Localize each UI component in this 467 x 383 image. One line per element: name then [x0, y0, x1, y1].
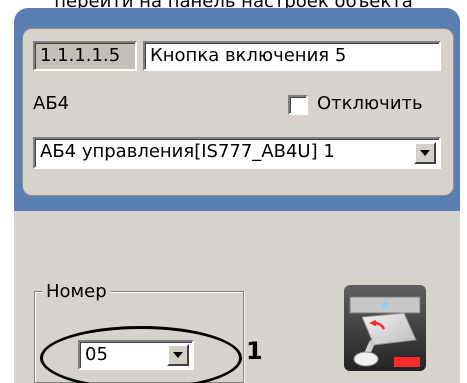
number-group-label: Номер	[42, 281, 111, 302]
number-select-button[interactable]	[167, 344, 189, 366]
object-settings-panel: 1.1.1.1.5 Кнопка включения 5 АБ4 Отключи…	[22, 28, 454, 196]
number-select-value: 05	[85, 344, 108, 365]
disable-checkbox[interactable]	[288, 95, 308, 115]
name-field[interactable]: Кнопка включения 5	[143, 41, 441, 71]
device-select-button[interactable]	[414, 142, 436, 164]
number-panel: Номер 05 1	[14, 211, 460, 383]
ab-label: АБ4	[33, 93, 70, 114]
switch-device-icon[interactable]	[344, 285, 426, 371]
chevron-down-icon	[173, 352, 183, 358]
settings-frame: 1.1.1.1.5 Кнопка включения 5 АБ4 Отключи…	[14, 8, 460, 383]
device-select[interactable]: АБ4 управления[IS777_AB4U] 1	[33, 137, 441, 169]
id-field[interactable]: 1.1.1.1.5	[33, 41, 137, 71]
callout-number: 1	[246, 337, 263, 365]
chevron-down-icon	[420, 150, 430, 156]
number-select[interactable]: 05	[78, 340, 194, 370]
device-select-value: АБ4 управления[IS777_AB4U] 1	[40, 141, 335, 162]
disable-label: Отключить	[317, 93, 423, 114]
